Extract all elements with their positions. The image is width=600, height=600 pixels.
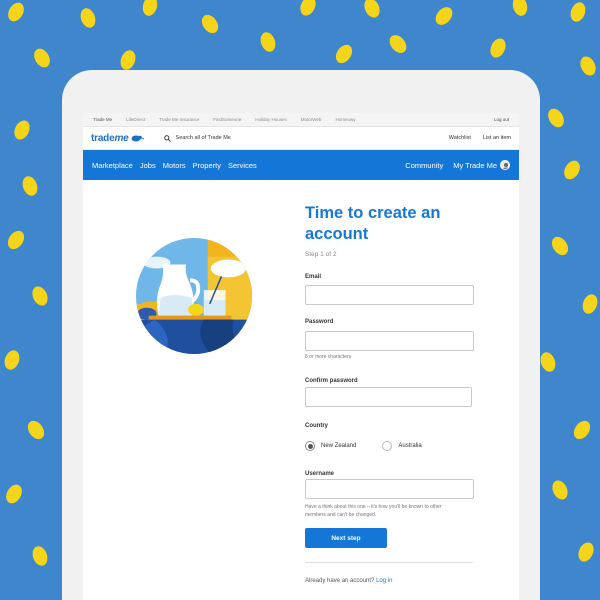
- nav-item-community[interactable]: Community: [405, 161, 443, 170]
- password-field[interactable]: [305, 331, 474, 351]
- network-link-findsomeone[interactable]: FindSomeone: [213, 117, 241, 122]
- page-title-line-1: Time to create an: [305, 204, 441, 222]
- network-link-trade-me[interactable]: Trade Me: [93, 117, 112, 122]
- step-indicator: Step 1 of 2: [305, 251, 337, 258]
- signup-content: Time to create an account Step 1 of 2 Em…: [83, 180, 519, 600]
- form-divider: [305, 562, 473, 563]
- browser-screen: Trade Me LifeDirect Trade Me Insurance F…: [83, 113, 519, 600]
- trademe-logo[interactable]: trade me: [91, 133, 144, 144]
- already-have-account-text: Already have an account?: [305, 578, 375, 584]
- username-hint-line-2: members and can't be changed.: [305, 511, 377, 518]
- nav-item-services[interactable]: Services: [228, 161, 257, 170]
- username-hint-line-1: Have a think about this one – it's how y…: [305, 504, 442, 510]
- network-link-holiday-houses[interactable]: Holiday Houses: [255, 117, 287, 122]
- my-trade-me-label: My Trade Me: [453, 160, 497, 170]
- country-radio-group: New Zealand Australia: [305, 441, 422, 451]
- page-title: Time to create an account: [305, 203, 485, 245]
- radio-australia[interactable]: [382, 441, 393, 451]
- network-bar: Trade Me LifeDirect Trade Me Insurance F…: [83, 113, 519, 127]
- confirm-password-label: Confirm password: [305, 378, 358, 384]
- network-link-homeowy[interactable]: Homeowy: [335, 117, 355, 122]
- radio-australia-label[interactable]: Australia: [398, 443, 421, 449]
- kiwi-bird-icon: [131, 135, 144, 142]
- nav-item-marketplace[interactable]: Marketplace: [92, 161, 133, 170]
- next-step-button[interactable]: Next step: [305, 528, 387, 548]
- signup-form: Time to create an account Step 1 of 2 Em…: [305, 203, 485, 584]
- watchlist-link[interactable]: Watchlist: [449, 135, 471, 141]
- already-have-account: Already have an account? Log in: [305, 578, 392, 584]
- network-link-insurance[interactable]: Trade Me Insurance: [159, 117, 199, 122]
- site-header: trade me Search all of Trade Me Watchlis…: [83, 127, 519, 150]
- username-label: Username: [305, 471, 335, 477]
- radio-new-zealand-label[interactable]: New Zealand: [321, 443, 356, 449]
- nav-item-motors[interactable]: Motors: [163, 161, 186, 170]
- password-hint: 8 or more characters: [305, 354, 352, 360]
- search-placeholder: Search all of Trade Me: [175, 135, 231, 141]
- username-hint: Have a think about this one – it's how y…: [305, 504, 485, 519]
- logout-link[interactable]: Log out: [494, 117, 509, 122]
- login-link[interactable]: Log in: [376, 578, 392, 584]
- nav-item-property[interactable]: Property: [193, 161, 221, 170]
- logo-text-me: me: [114, 132, 129, 144]
- list-an-item-link[interactable]: List an item: [483, 135, 511, 141]
- email-field[interactable]: [305, 285, 474, 305]
- network-link-lifedirect[interactable]: LifeDirect: [126, 117, 145, 122]
- email-label: Email: [305, 274, 322, 280]
- nav-item-jobs[interactable]: Jobs: [140, 161, 156, 170]
- user-avatar-icon: [502, 163, 509, 169]
- search-box[interactable]: Search all of Trade Me: [163, 134, 231, 142]
- avatar: [500, 160, 510, 170]
- network-link-motorweb[interactable]: MotorWeb: [301, 117, 322, 122]
- search-icon: [163, 134, 171, 142]
- page-title-line-2: account: [305, 225, 369, 243]
- username-field[interactable]: [305, 479, 474, 499]
- confirm-password-field[interactable]: [305, 387, 472, 407]
- password-label: Password: [305, 319, 334, 325]
- main-nav: Marketplace Jobs Motors Property Service…: [83, 150, 519, 180]
- radio-new-zealand[interactable]: [305, 441, 315, 451]
- milk-jug-illustration: [135, 237, 253, 355]
- nav-item-my-trade-me[interactable]: My Trade Me: [453, 160, 510, 170]
- logo-text-trade: trade: [91, 132, 115, 144]
- country-label: Country: [305, 423, 328, 429]
